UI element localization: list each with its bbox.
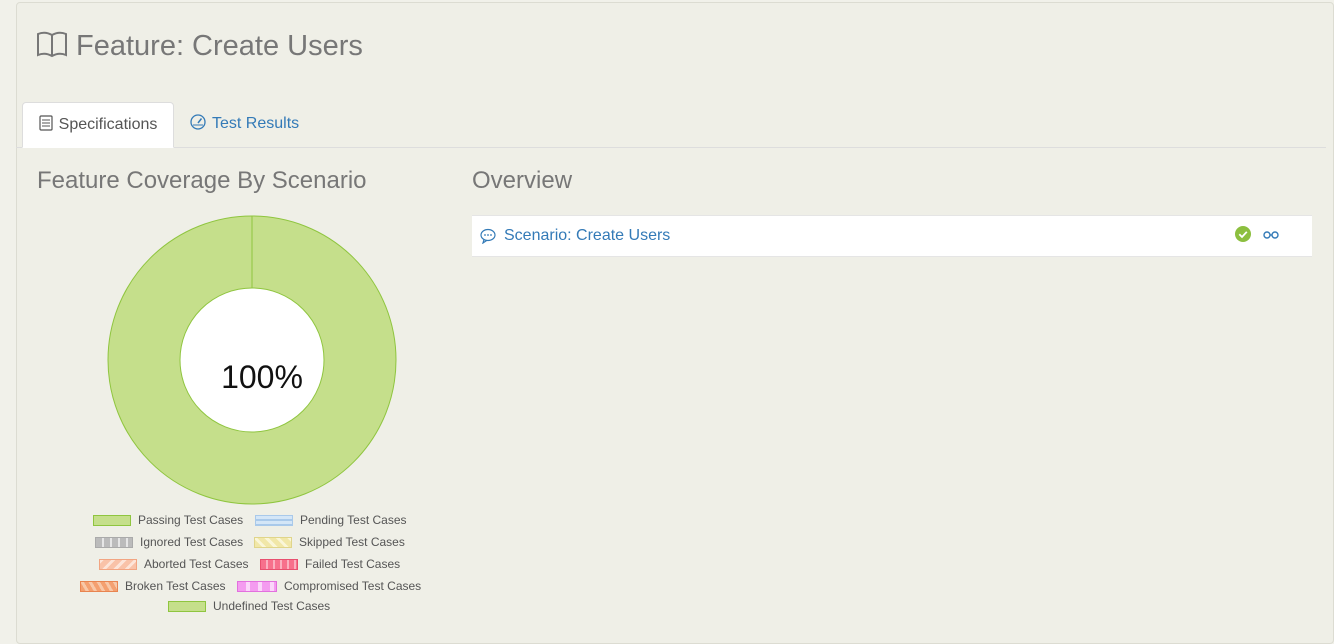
tab-specifications-label: Specifications: [58, 116, 158, 133]
legend-label: Skipped Test Cases: [299, 535, 405, 549]
legend-item-failed: Failed Test Cases: [260, 557, 400, 571]
legend-item-compromised: Compromised Test Cases: [237, 579, 421, 593]
legend-item-broken: Broken Test Cases: [80, 579, 226, 593]
page-header: Feature: Create Users: [36, 26, 363, 66]
legend-label: Ignored Test Cases: [140, 535, 244, 549]
legend-swatch-failed: [260, 558, 298, 570]
legend-swatch-undefined: [168, 600, 206, 612]
tab-specifications[interactable]: Specifications: [22, 102, 174, 148]
scenario-link[interactable]: Scenario: Create Users: [504, 227, 670, 245]
legend-item-pending: Pending Test Cases: [255, 513, 407, 527]
book-icon: [36, 30, 68, 63]
speech-bubble-icon: [480, 228, 496, 244]
legend-swatch-pending: [255, 514, 293, 526]
legend-item-aborted: Aborted Test Cases: [99, 557, 249, 571]
check-circle-icon: [1235, 226, 1251, 247]
coverage-donut-svg: 100%: [107, 215, 397, 505]
legend-label: Aborted Test Cases: [144, 557, 249, 571]
legend-swatch-aborted: [99, 558, 137, 570]
legend-item-ignored: Ignored Test Cases: [95, 535, 243, 549]
overview-heading: Overview: [472, 167, 573, 194]
page-title: Feature: Create Users: [76, 29, 363, 62]
glasses-icon[interactable]: [1263, 228, 1279, 246]
legend-label: Pending Test Cases: [300, 513, 407, 527]
tab-test-results[interactable]: Test Results: [190, 102, 299, 146]
legend-item-undefined: Undefined Test Cases: [168, 599, 330, 613]
tab-test-results-label: Test Results: [212, 115, 300, 132]
tab-bar: Specifications Test Results: [16, 102, 1326, 148]
legend-label: Undefined Test Cases: [213, 599, 331, 613]
legend-label: Failed Test Cases: [305, 557, 401, 571]
dashboard-gauge-icon: [190, 113, 206, 135]
legend-swatch-skipped: [254, 536, 292, 548]
legend-label: Compromised Test Cases: [284, 579, 422, 593]
legend-item-passing: Passing Test Cases: [93, 513, 243, 527]
coverage-chart: 100%: [100, 208, 404, 517]
legend-label: Broken Test Cases: [125, 579, 226, 593]
scenario-row[interactable]: Scenario: Create Users: [472, 215, 1312, 257]
scenario-status-icons: [1235, 226, 1279, 247]
legend-swatch-passing: [93, 514, 131, 526]
legend-label: Passing Test Cases: [138, 513, 244, 527]
legend-item-skipped: Skipped Test Cases: [254, 535, 405, 549]
donut-center-label: 100%: [221, 359, 303, 395]
legend-swatch-compromised: [237, 580, 277, 592]
document-list-icon: [39, 114, 53, 136]
legend-swatch-ignored: [95, 536, 133, 548]
coverage-heading: Feature Coverage By Scenario: [37, 167, 367, 194]
legend-swatch-broken: [80, 580, 118, 592]
